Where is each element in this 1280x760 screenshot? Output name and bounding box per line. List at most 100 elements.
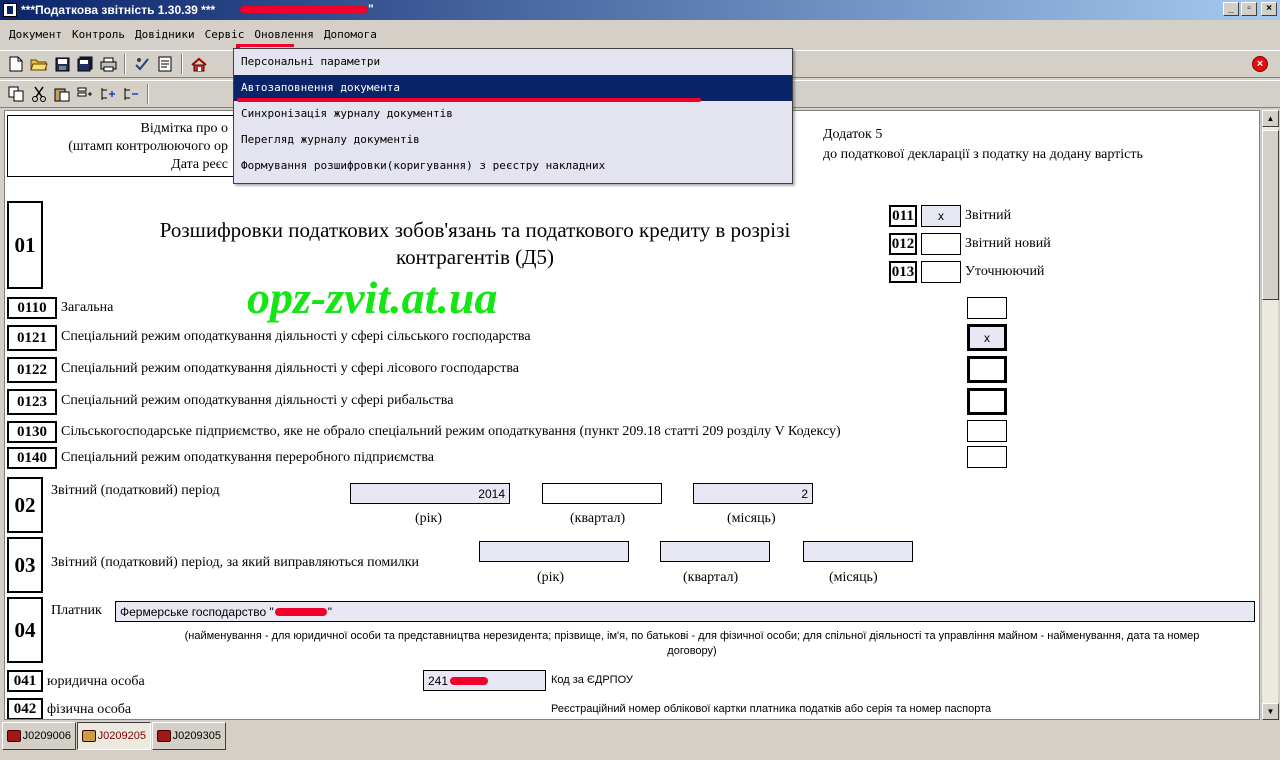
home-icon[interactable] xyxy=(189,54,209,74)
section-code-04: 04 xyxy=(7,597,43,663)
menu-control[interactable]: Контроль xyxy=(67,25,130,44)
stamp-line: Відмітка про о xyxy=(140,121,228,136)
open-book-icon xyxy=(82,730,96,742)
app-icon xyxy=(3,3,17,17)
regime-code: 0110 xyxy=(7,297,57,319)
save-icon[interactable] xyxy=(52,54,72,74)
menu-item-view-journal[interactable]: Перегляд журналу документів xyxy=(234,127,792,153)
correction-month-input[interactable] xyxy=(803,541,913,562)
reporting-year-input[interactable]: 2014 xyxy=(350,483,510,504)
tab-document[interactable]: J0209205 xyxy=(77,722,151,750)
document-list-icon[interactable] xyxy=(155,54,175,74)
document-form: Відмітка про о (штамп контролюючого ор Д… xyxy=(4,110,1260,720)
menu-service[interactable]: Сервіс xyxy=(200,25,250,44)
correction-period-label: Звітний (податковий) період, за який вип… xyxy=(51,555,420,570)
year-caption: (рік) xyxy=(415,511,443,526)
cut-icon[interactable] xyxy=(29,84,49,104)
tab-label: J0209006 xyxy=(22,730,71,742)
annotation-mark xyxy=(237,98,701,102)
toolbar-separator xyxy=(181,54,183,74)
tax-number-caption: Реєстраційний номер облікової картки пла… xyxy=(551,703,992,715)
regime-label: Спеціальний режим оподаткування діяльнос… xyxy=(61,329,531,344)
stamp-line: (штамп контролюючого ор xyxy=(68,139,228,154)
close-button[interactable]: × xyxy=(1261,2,1277,16)
report-type-checkbox[interactable] xyxy=(921,233,961,255)
add-row-icon[interactable] xyxy=(98,84,118,104)
tab-label: J0209205 xyxy=(97,730,146,742)
regime-code: 0122 xyxy=(7,357,57,383)
check-icon[interactable] xyxy=(132,54,152,74)
control-stamp-box: Відмітка про о (штамп контролюючого ор Д… xyxy=(7,115,235,177)
addendum-title: Додаток 5 xyxy=(823,127,883,142)
tab-document[interactable]: J0209305 xyxy=(152,722,226,750)
section-code-041: 041 xyxy=(7,670,43,692)
window-title: ***Податкова звітність 1.30.39 *** xyxy=(21,3,216,17)
toolbar-separator xyxy=(147,84,149,104)
section-code-042: 042 xyxy=(7,698,43,719)
title-bar: ***Податкова звітність 1.30.39 *** " _ ▫… xyxy=(0,0,1280,20)
scroll-thumb[interactable] xyxy=(1262,130,1279,300)
insert-row-icon[interactable] xyxy=(75,84,95,104)
edrpou-input[interactable]: 241 xyxy=(423,670,546,691)
vertical-scrollbar[interactable]: ▲ ▼ xyxy=(1261,110,1279,720)
print-icon[interactable] xyxy=(98,54,118,74)
addendum-note: Додаток 5 до податкової декларації з под… xyxy=(823,125,1143,165)
menu-help[interactable]: Допомога xyxy=(319,25,382,44)
minimize-button[interactable]: _ xyxy=(1223,2,1239,16)
menu-updates[interactable]: Оновлення xyxy=(249,25,319,44)
regime-checkbox[interactable] xyxy=(967,446,1007,468)
correction-year-input[interactable] xyxy=(479,541,629,562)
menu-item-personal-settings[interactable]: Персональні параметри xyxy=(234,49,792,75)
window-controls: _ ▫ × xyxy=(1223,2,1277,16)
regime-checkbox[interactable]: x xyxy=(967,324,1007,351)
individual-label: фізична особа xyxy=(47,702,132,717)
menu-document[interactable]: Документ xyxy=(4,25,67,44)
menu-bar: Документ Контроль Довідники Сервіс Оновл… xyxy=(0,22,1280,46)
book-icon xyxy=(7,730,21,742)
report-type-checkbox[interactable]: x xyxy=(921,205,961,227)
maximize-button[interactable]: ▫ xyxy=(1241,2,1257,16)
regime-label: Спеціальний режим оподаткування переробн… xyxy=(61,450,434,465)
year-caption: (рік) xyxy=(537,570,565,585)
form-title-line: Розшифровки податкових зобов'язань та по… xyxy=(159,218,791,242)
report-type-checkbox[interactable] xyxy=(921,261,961,283)
reporting-period-label: Звітний (податковий) період xyxy=(51,483,220,498)
edrpou-value: 241 xyxy=(428,673,449,688)
taxpayer-label: Платник xyxy=(51,603,102,618)
scroll-down-icon[interactable]: ▼ xyxy=(1262,703,1279,720)
copy-icon[interactable] xyxy=(6,84,26,104)
correction-quarter-input[interactable] xyxy=(660,541,770,562)
regime-code: 0140 xyxy=(7,447,57,469)
reporting-quarter-input[interactable] xyxy=(542,483,662,504)
regime-checkbox[interactable] xyxy=(967,388,1007,415)
regime-checkbox[interactable] xyxy=(967,420,1007,442)
taxpayer-caption-line: договору) xyxy=(667,645,717,657)
service-dropdown: Персональні параметри Автозаповнення док… xyxy=(233,48,793,184)
book-icon xyxy=(157,730,171,742)
taxpayer-name-input[interactable]: Фермерське господарство " " xyxy=(115,601,1255,622)
menu-directories[interactable]: Довідники xyxy=(130,25,200,44)
taxpayer-name-value-end: " xyxy=(327,604,333,619)
menu-item-build-breakdown[interactable]: Формування розшифровки(коригування) з ре… xyxy=(234,153,792,179)
report-type-label: Звітний xyxy=(965,208,1012,223)
form-title: Розшифровки податкових зобов'язань та по… xyxy=(65,217,885,271)
regime-checkbox[interactable] xyxy=(967,297,1007,319)
section-code-02: 02 xyxy=(7,477,43,533)
watermark: opz-zvit.at.ua xyxy=(247,272,498,323)
delete-row-icon[interactable] xyxy=(121,84,141,104)
menu-item-sync-journal[interactable]: Синхронізація журналу документів xyxy=(234,101,792,127)
tab-document[interactable]: J0209006 xyxy=(2,722,76,750)
scroll-up-icon[interactable]: ▲ xyxy=(1262,110,1279,127)
month-caption: (місяць) xyxy=(829,570,878,585)
paste-icon[interactable] xyxy=(52,84,72,104)
regime-code: 0121 xyxy=(7,325,57,351)
new-document-icon[interactable] xyxy=(6,54,26,74)
regime-label: Спеціальний режим оподаткування діяльнос… xyxy=(61,361,519,376)
window-title-suffix: " xyxy=(368,2,374,16)
close-document-icon[interactable]: × xyxy=(1252,56,1268,72)
reporting-month-input[interactable]: 2 xyxy=(693,483,813,504)
regime-checkbox[interactable] xyxy=(967,356,1007,383)
open-folder-icon[interactable] xyxy=(29,54,49,74)
save-all-icon[interactable] xyxy=(75,54,95,74)
toolbar-separator xyxy=(124,54,126,74)
